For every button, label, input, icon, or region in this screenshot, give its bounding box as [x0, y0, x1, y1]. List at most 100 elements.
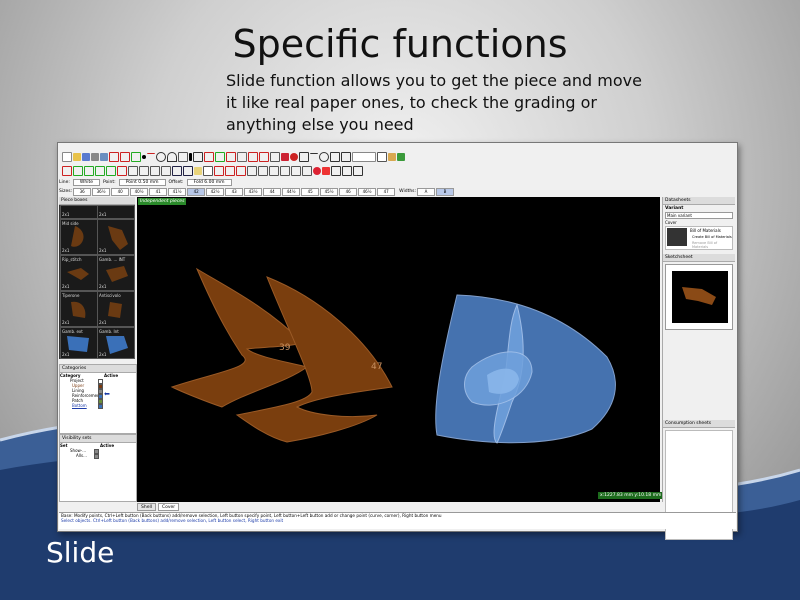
- piece-thumb[interactable]: 2x1: [97, 205, 135, 219]
- zigzag-tool-icon[interactable]: [84, 166, 94, 176]
- align-tool-icon[interactable]: [280, 166, 290, 176]
- fill-tool-icon[interactable]: [322, 167, 330, 175]
- triangle-tool-icon[interactable]: [95, 166, 105, 176]
- variant-select[interactable]: Main variant: [665, 212, 733, 219]
- export-icon[interactable]: [331, 166, 341, 176]
- size-button[interactable]: 47: [377, 187, 396, 196]
- point-select[interactable]: Point 0.50 mm: [118, 178, 166, 186]
- sketchsheet-preview[interactable]: [665, 264, 733, 330]
- create-bom-button[interactable]: Create Bill of Materials: [692, 235, 732, 239]
- visibility-checkbox[interactable]: [94, 454, 99, 459]
- arrow-tool-icon[interactable]: [310, 152, 318, 162]
- piece-thumb[interactable]: 2x1: [60, 205, 98, 219]
- size-button[interactable]: 44½: [282, 187, 301, 196]
- layers-icon[interactable]: [269, 166, 279, 176]
- pin-tool-icon[interactable]: [290, 153, 298, 161]
- mirror-tool-icon[interactable]: [193, 152, 203, 162]
- grading-tool-icon[interactable]: [215, 152, 225, 162]
- stitch-tool-icon[interactable]: [225, 166, 235, 176]
- piece-thumb[interactable]: 2x1: [97, 219, 135, 255]
- size-button-active[interactable]: 42: [187, 187, 206, 196]
- label-tool-icon[interactable]: [203, 166, 213, 176]
- piece-thumb[interactable]: Mid side 2x1: [60, 219, 98, 255]
- ungroup-tool-icon[interactable]: [258, 166, 268, 176]
- size-button[interactable]: 45: [301, 187, 320, 196]
- width-button[interactable]: A: [417, 187, 436, 196]
- size-button[interactable]: 46½: [358, 187, 377, 196]
- piece-thumb[interactable]: Antiscivolo 2x1: [97, 291, 135, 327]
- rotate-tool-icon[interactable]: [330, 152, 340, 162]
- angle-tool-icon[interactable]: [131, 152, 141, 162]
- cut-tool-icon[interactable]: [270, 152, 280, 162]
- size-button[interactable]: 36: [73, 187, 92, 196]
- category-checkbox[interactable]: [98, 404, 103, 409]
- visibility-row[interactable]: Alls...: [60, 453, 136, 459]
- undo-icon[interactable]: [172, 166, 182, 176]
- eraser-icon[interactable]: [194, 167, 202, 175]
- piece-thumb[interactable]: Tiperone 2x1: [60, 291, 98, 327]
- size-button[interactable]: 41: [149, 187, 168, 196]
- color-picker-icon[interactable]: [313, 167, 321, 175]
- size-button[interactable]: 40: [111, 187, 130, 196]
- brush-tool-icon[interactable]: [281, 153, 289, 161]
- offset-select[interactable]: Fold 6.00 mm: [186, 178, 232, 186]
- open-folder-icon[interactable]: [73, 153, 81, 161]
- table-icon[interactable]: [377, 152, 387, 162]
- import-icon[interactable]: [342, 166, 352, 176]
- settings-icon[interactable]: [100, 153, 108, 161]
- size-button[interactable]: 46: [339, 187, 358, 196]
- group-tool-icon[interactable]: [247, 166, 257, 176]
- join-tool-icon[interactable]: [150, 166, 160, 176]
- piece-thumb[interactable]: Gamb. Int 2x1: [97, 327, 135, 359]
- new-file-icon[interactable]: [62, 152, 72, 162]
- line-tool-icon[interactable]: [147, 152, 155, 162]
- line-select[interactable]: White: [72, 178, 100, 186]
- dart-tool-icon[interactable]: [248, 152, 258, 162]
- width-button-active[interactable]: B: [436, 187, 455, 196]
- flip-tool-icon[interactable]: [291, 166, 301, 176]
- wave-tool-icon[interactable]: [117, 166, 127, 176]
- arc-tool-icon[interactable]: [167, 152, 177, 162]
- notch-tool-icon[interactable]: [226, 152, 236, 162]
- vee-tool-icon[interactable]: [106, 166, 116, 176]
- size-button[interactable]: 41½: [168, 187, 187, 196]
- scale-tool-icon[interactable]: [302, 166, 312, 176]
- text-tool-icon[interactable]: [189, 153, 192, 161]
- hatch-tool-icon[interactable]: [214, 166, 224, 176]
- circle-tool-icon[interactable]: [156, 152, 166, 162]
- size-button[interactable]: 42½: [206, 187, 225, 196]
- split-tool-icon[interactable]: [161, 166, 171, 176]
- cross-tool-icon[interactable]: [236, 166, 246, 176]
- tab-shell[interactable]: Shell: [137, 503, 156, 511]
- piece-thumb[interactable]: Rip_stitch 2x1: [60, 255, 98, 291]
- piece-thumb[interactable]: Gamb. ext 2x1: [60, 327, 98, 359]
- category-row[interactable]: Bottom: [60, 403, 136, 409]
- print-icon[interactable]: [91, 153, 99, 161]
- size-button[interactable]: 43½: [244, 187, 263, 196]
- offset-tool-icon[interactable]: [178, 152, 188, 162]
- exit-icon[interactable]: [353, 166, 363, 176]
- redo-icon[interactable]: [183, 166, 193, 176]
- size-button[interactable]: 44: [263, 187, 282, 196]
- extend-tool-icon[interactable]: [139, 166, 149, 176]
- remove-bom-button[interactable]: Remove Bill of Materials: [692, 241, 732, 249]
- bezier-tool-icon[interactable]: [73, 166, 83, 176]
- piece-thumb[interactable]: Gamb. ... INT 2x1: [97, 255, 135, 291]
- point-tool-icon[interactable]: [142, 155, 146, 159]
- pleat-tool-icon[interactable]: [259, 152, 269, 162]
- zoom-tool-icon[interactable]: [319, 152, 329, 162]
- ruler-icon[interactable]: [388, 153, 396, 161]
- curve-tool-icon[interactable]: [109, 152, 119, 162]
- grid-tool-icon[interactable]: [299, 152, 309, 162]
- size-button[interactable]: 40½: [130, 187, 149, 196]
- polyline-tool-icon[interactable]: [120, 152, 130, 162]
- size-button[interactable]: 45½: [320, 187, 339, 196]
- value-field-icon[interactable]: [352, 152, 376, 162]
- drawing-canvas[interactable]: 39 47: [137, 197, 660, 502]
- spreadsheet-icon[interactable]: [397, 153, 405, 161]
- spline-tool-icon[interactable]: [62, 166, 72, 176]
- size-button[interactable]: 36½: [92, 187, 111, 196]
- measure-tool-icon[interactable]: [204, 152, 214, 162]
- save-icon[interactable]: [82, 153, 90, 161]
- trim-tool-icon[interactable]: [128, 166, 138, 176]
